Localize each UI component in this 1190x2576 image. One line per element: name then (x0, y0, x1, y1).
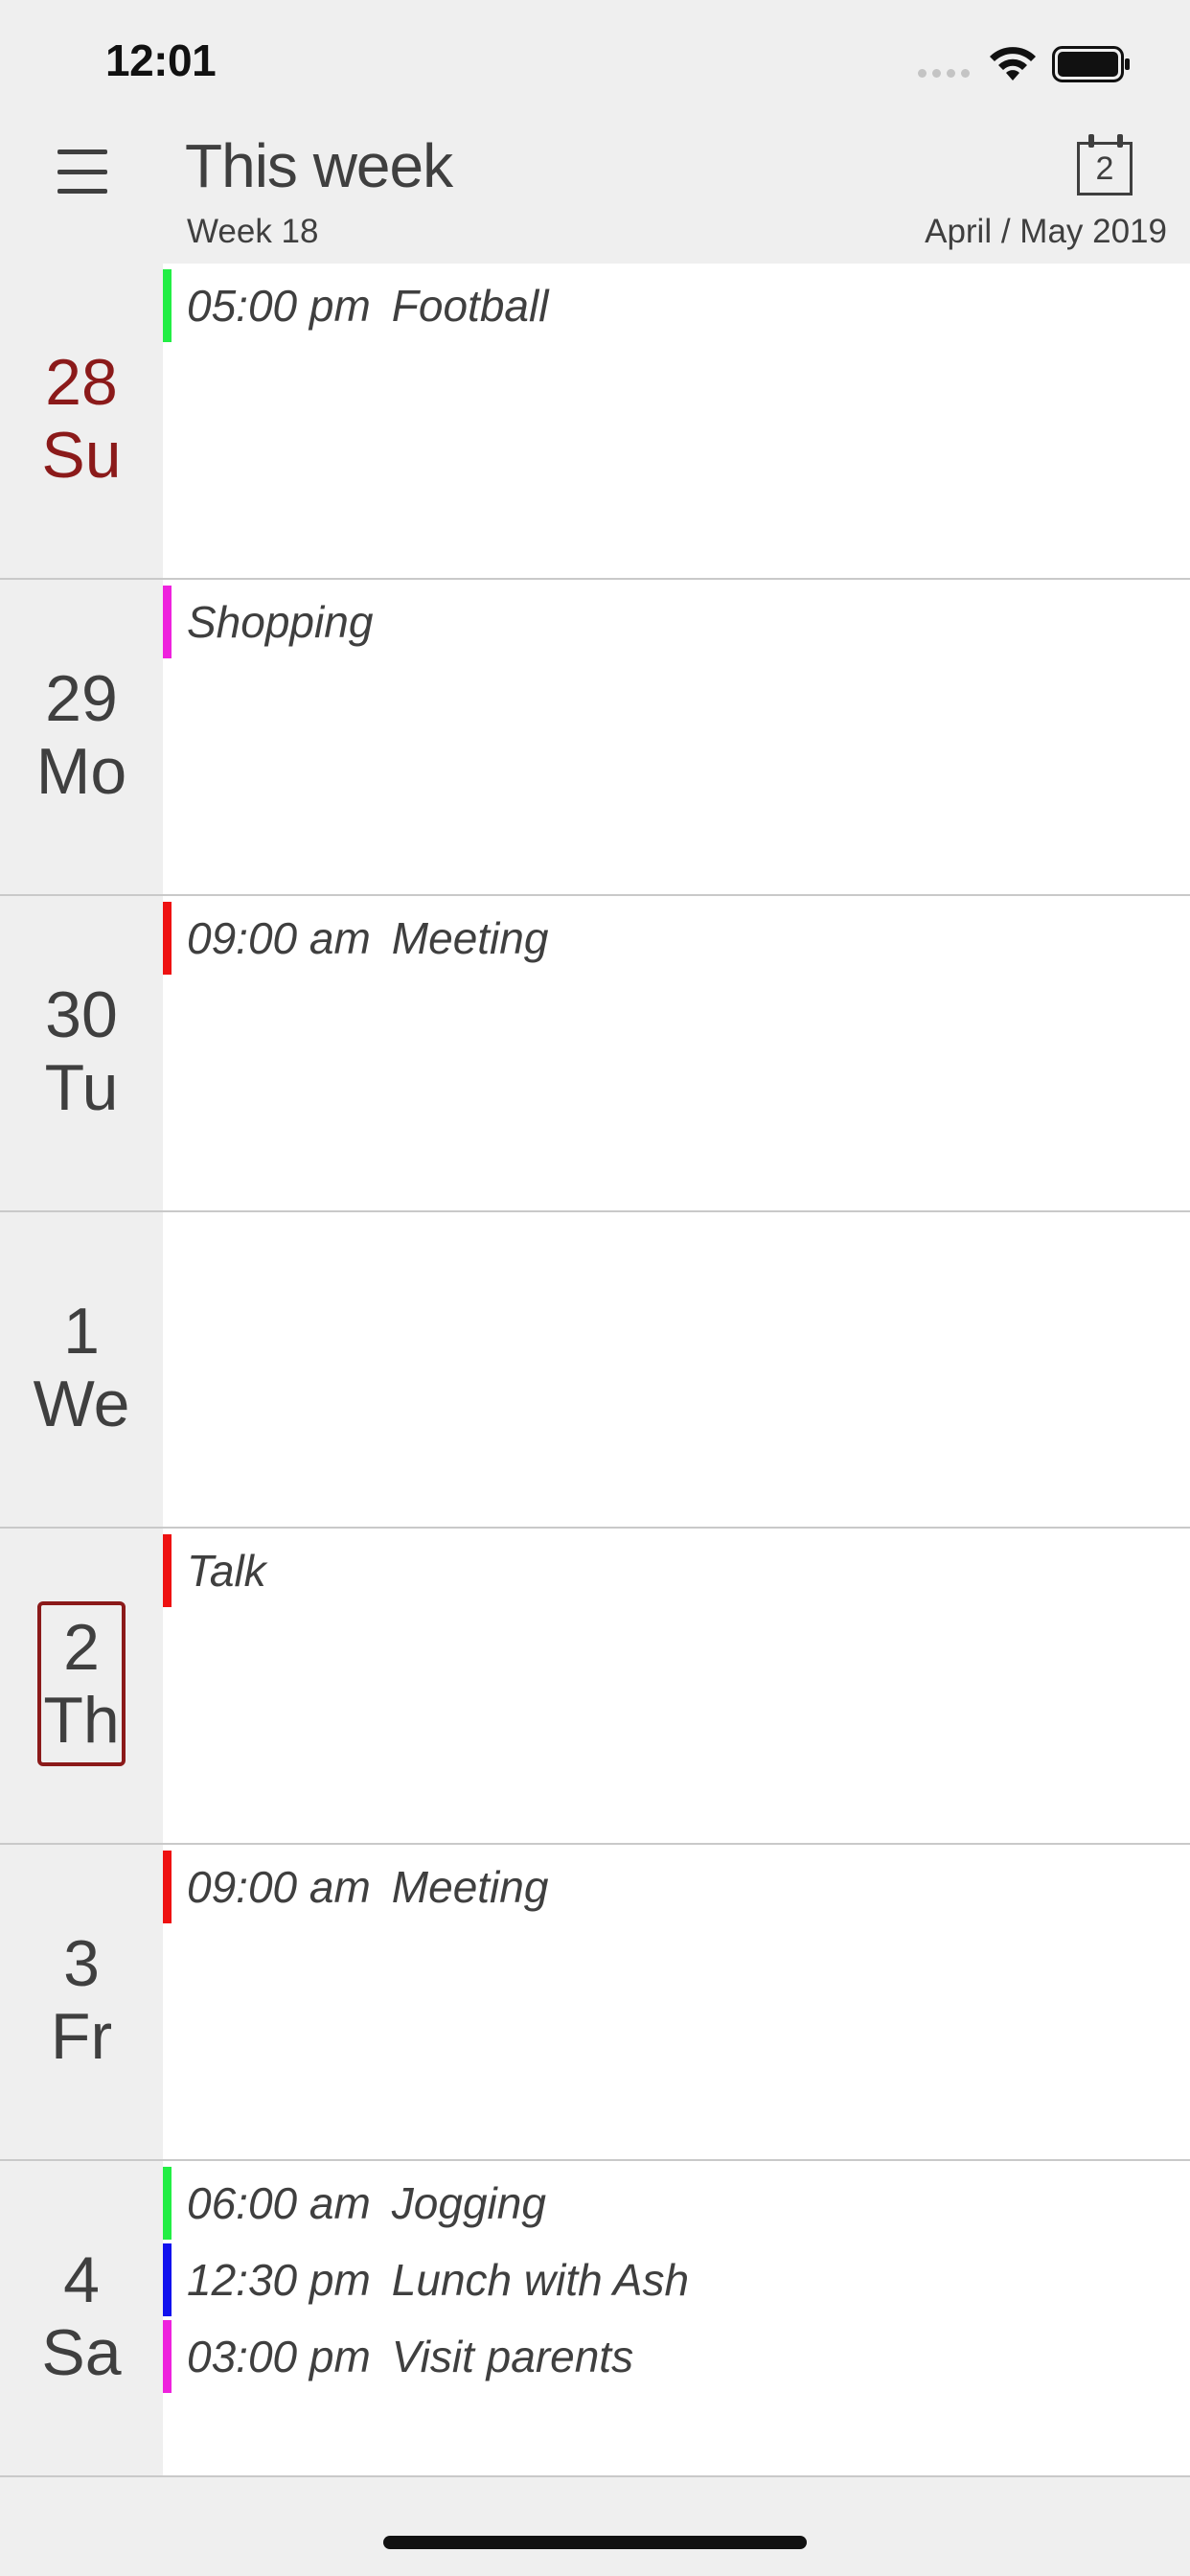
day-number: 1 (63, 1295, 100, 1368)
event-item[interactable]: 09:00 am Meeting (163, 1849, 1190, 1925)
home-indicator[interactable] (383, 2536, 807, 2549)
day-events[interactable]: Talk (163, 1529, 1190, 1843)
event-item[interactable]: 12:30 pm Lunch with Ash (163, 2242, 1190, 2318)
today-calendar-button[interactable]: 2 (1077, 134, 1136, 197)
event-time: 06:00 am (187, 2178, 371, 2228)
battery-icon (1052, 46, 1130, 82)
day-row[interactable]: 29 Mo Shopping (0, 580, 1190, 896)
event-title: Talk (187, 1546, 266, 1596)
day-row[interactable]: 1 We (0, 1212, 1190, 1529)
calendar-day-number: 2 (1095, 150, 1114, 187)
day-row[interactable]: 3 Fr 09:00 am Meeting (0, 1845, 1190, 2161)
day-row[interactable]: 30 Tu 09:00 am Meeting (0, 896, 1190, 1212)
event-title: Visit parents (391, 2332, 634, 2381)
event-item[interactable]: 05:00 pm Football (163, 267, 1190, 344)
wifi-icon (990, 47, 1036, 80)
day-events[interactable]: 09:00 am Meeting (163, 1845, 1190, 2159)
event-time: 12:30 pm (187, 2255, 371, 2305)
day-events[interactable]: 06:00 am Jogging 12:30 pm Lunch with Ash… (163, 2161, 1190, 2475)
day-events[interactable]: Shopping (163, 580, 1190, 894)
event-color-bar (163, 2320, 172, 2393)
event-color-bar (163, 2167, 172, 2240)
event-time: 09:00 am (187, 1862, 371, 1912)
day-name: Mo (35, 735, 127, 808)
month-label: April / May 2019 (925, 213, 1167, 250)
day-number: 30 (45, 978, 118, 1051)
day-label: 30 Tu (0, 896, 163, 1210)
day-label: 28 Su (0, 264, 163, 578)
day-name: Sa (41, 2316, 122, 2389)
event-title: Meeting (391, 913, 549, 963)
event-title: Meeting (391, 1862, 549, 1912)
day-label: 4 Sa (0, 2161, 163, 2475)
page-title: This week (185, 131, 453, 200)
day-name: We (33, 1368, 130, 1440)
event-item[interactable]: 06:00 am Jogging (163, 2165, 1190, 2242)
cellular-signal-icon (918, 69, 970, 78)
event-color-bar (163, 269, 172, 342)
event-title: Football (391, 281, 549, 331)
event-time: 05:00 pm (187, 281, 371, 331)
event-item[interactable]: Shopping (163, 584, 1190, 660)
day-row-today[interactable]: 2 Th Talk (0, 1529, 1190, 1845)
day-label: 1 We (0, 1212, 163, 1527)
event-color-bar (163, 1534, 172, 1607)
day-row[interactable]: 28 Su 05:00 pm Football (0, 264, 1190, 580)
event-item[interactable]: 03:00 pm Visit parents (163, 2318, 1190, 2395)
event-title: Shopping (187, 597, 374, 647)
today-highlight: 2 Th (37, 1601, 126, 1766)
status-time: 12:01 (105, 35, 217, 85)
day-number: 29 (45, 662, 118, 735)
event-title: Lunch with Ash (391, 2255, 690, 2305)
event-color-bar (163, 586, 172, 658)
event-time: 03:00 pm (187, 2332, 371, 2381)
status-bar: 12:01 (0, 0, 1190, 125)
day-label: 29 Mo (0, 580, 163, 894)
day-name: Th (43, 1684, 120, 1757)
menu-icon[interactable] (57, 150, 107, 194)
day-number: 3 (63, 1927, 100, 2000)
day-list: 28 Su 05:00 pm Football 29 Mo Shopping 3… (0, 264, 1190, 2477)
day-number: 4 (63, 2243, 100, 2316)
event-color-bar (163, 902, 172, 975)
event-item[interactable]: 09:00 am Meeting (163, 900, 1190, 977)
event-item[interactable]: Talk (163, 1532, 1190, 1609)
day-row[interactable]: 4 Sa 06:00 am Jogging 12:30 pm Lunch wit… (0, 2161, 1190, 2477)
event-title: Jogging (391, 2178, 546, 2228)
day-events[interactable]: 05:00 pm Football (163, 264, 1190, 578)
day-events[interactable]: 09:00 am Meeting (163, 896, 1190, 1210)
day-name: Tu (44, 1051, 119, 1124)
event-color-bar (163, 2243, 172, 2316)
event-time: 09:00 am (187, 913, 371, 963)
day-name: Su (41, 419, 122, 492)
day-events[interactable] (163, 1212, 1190, 1527)
day-label: 3 Fr (0, 1845, 163, 2159)
day-number: 2 (63, 1611, 100, 1684)
day-number: 28 (45, 346, 118, 419)
header: This week Week 18 2 April / May 2019 (0, 125, 1190, 264)
day-label: 2 Th (0, 1529, 163, 1843)
event-color-bar (163, 1851, 172, 1923)
day-name: Fr (50, 2000, 113, 2073)
week-label: Week 18 (187, 213, 319, 250)
